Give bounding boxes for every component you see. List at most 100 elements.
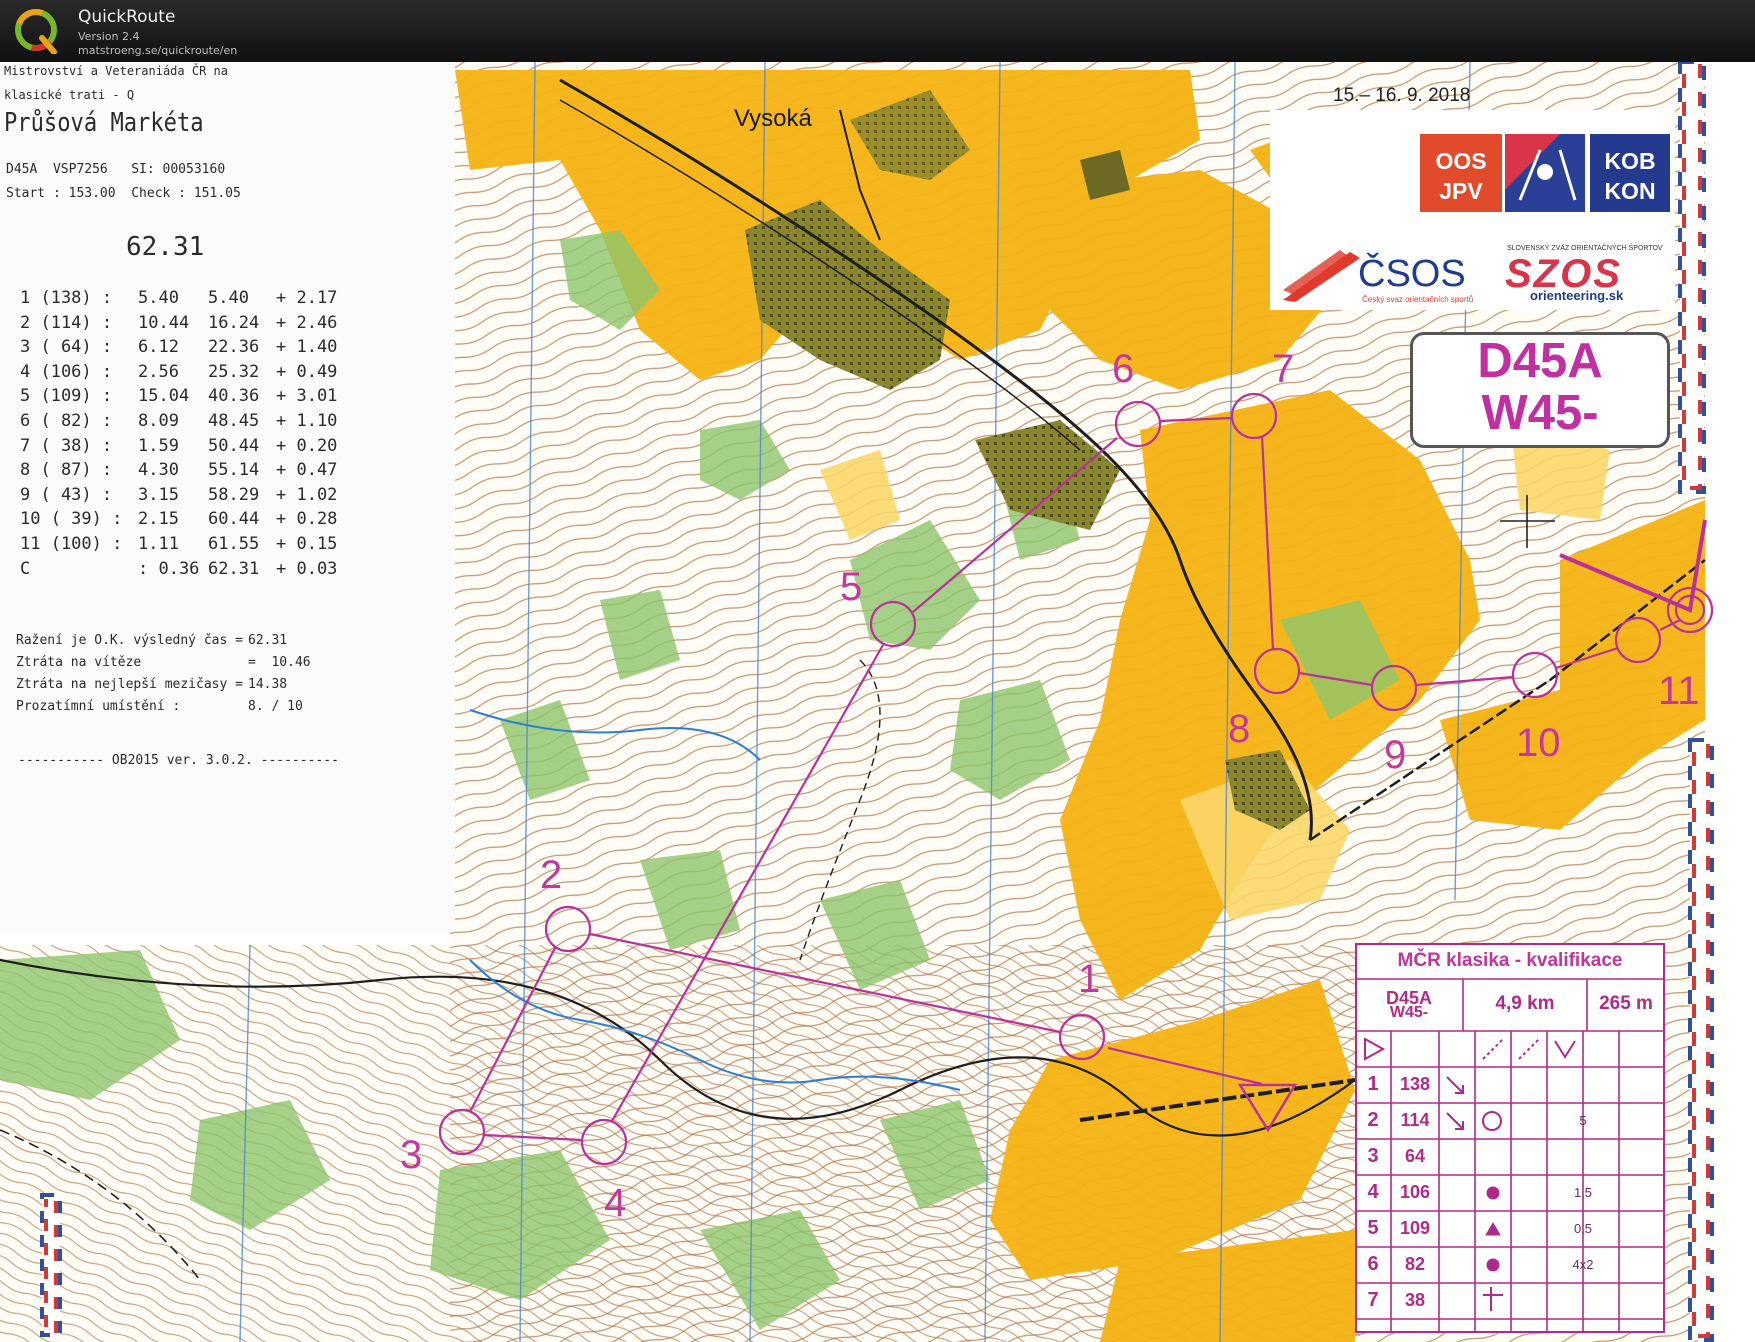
description-control-number: 3 bbox=[1367, 1145, 1379, 1167]
split-leg: 1 (138) : bbox=[20, 288, 113, 308]
split-leg: 5 (109) : bbox=[20, 386, 113, 407]
control-number-6: 6 bbox=[1112, 347, 1134, 391]
description-control-code: 109 bbox=[1399, 1218, 1431, 1238]
split-cumulative: 50.44 bbox=[208, 435, 260, 456]
description-control-code: 38 bbox=[1404, 1290, 1426, 1310]
course-class-badge: D45A W45- bbox=[1410, 332, 1670, 448]
summary-value: 14.38 bbox=[248, 677, 288, 692]
summary-label: Prozatímní umístění : bbox=[16, 699, 181, 714]
split-loss: + 0.20 bbox=[276, 435, 338, 456]
event-date: 15.– 16. 9. 2018 bbox=[1333, 85, 1471, 106]
description-control-number: 7 bbox=[1367, 1289, 1379, 1311]
svg-text:ČSOS: ČSOS bbox=[1358, 251, 1466, 295]
split-cumulative: 48.45 bbox=[208, 410, 260, 431]
description-dimension: 1,5 bbox=[1573, 1184, 1593, 1200]
summary-label: Ztráta na vítěze bbox=[16, 655, 142, 670]
control-number-5: 5 bbox=[840, 565, 862, 609]
airmail-border-left bbox=[40, 1193, 62, 1337]
split-cumulative: 16.24 bbox=[208, 312, 260, 333]
summary-value: = 10.46 bbox=[248, 655, 311, 670]
split-cumulative: 55.14 bbox=[208, 460, 260, 481]
runner-info: D45A VSP7256 SI: 00053160 bbox=[6, 162, 226, 177]
dot-icon bbox=[1486, 1258, 1500, 1272]
summary-value: 62.31 bbox=[248, 633, 288, 648]
description-dimension: 4x2 bbox=[1572, 1256, 1594, 1272]
split-loss: + 0.47 bbox=[276, 460, 338, 481]
split-time: 6.12 bbox=[138, 337, 179, 358]
description-control-code: 64 bbox=[1404, 1146, 1426, 1166]
split-cumulative: 22.36 bbox=[208, 337, 260, 358]
split-times-printout: Mistrovství a Veteraniáda ČR na klasické… bbox=[0, 62, 455, 932]
split-loss: + 2.17 bbox=[276, 288, 338, 308]
control-number-1: 1 bbox=[1078, 957, 1100, 1001]
control-number-4: 4 bbox=[604, 1181, 626, 1225]
svg-text:OOS: OOS bbox=[1435, 148, 1486, 174]
description-length: 4,9 km bbox=[1495, 993, 1555, 1014]
svg-text:KOB: KOB bbox=[1604, 148, 1655, 174]
split-leg: C bbox=[20, 558, 31, 579]
start-check-times: Start : 153.00 Check : 151.05 bbox=[6, 186, 241, 201]
split-loss: + 1.02 bbox=[276, 484, 338, 505]
split-leg: 8 ( 87) : bbox=[20, 460, 113, 481]
control-number-7: 7 bbox=[1272, 347, 1294, 391]
svg-text:SLOVENSKÝ ZVÄZ ORIENTAČNÝCH ŠP: SLOVENSKÝ ZVÄZ ORIENTAČNÝCH ŠPORTOV bbox=[1507, 243, 1663, 252]
oos-jpv-logo: OOS JPV bbox=[1420, 134, 1502, 212]
split-leg: 2 (114) : bbox=[20, 312, 113, 333]
total-time: 62.31 bbox=[126, 232, 205, 262]
control-number-11: 11 bbox=[1658, 669, 1700, 713]
description-control-number: 4 bbox=[1367, 1181, 1379, 1203]
description-control-code: 114 bbox=[1400, 1110, 1430, 1130]
app-name: QuickRoute bbox=[78, 7, 176, 27]
control-number-9: 9 bbox=[1384, 733, 1406, 777]
description-control-number: 1 bbox=[1367, 1073, 1379, 1095]
split-loss: + 0.15 bbox=[276, 533, 338, 554]
description-control-number: 6 bbox=[1367, 1253, 1379, 1275]
split-time: 1.59 bbox=[138, 435, 179, 456]
event-title-line-1: Mistrovství a Veteraniáda ČR na bbox=[4, 64, 228, 78]
split-time: 5.40 bbox=[138, 288, 179, 308]
split-leg: 7 ( 38) : bbox=[20, 435, 113, 456]
split-time: 1.11 bbox=[138, 533, 179, 554]
split-loss: + 2.46 bbox=[276, 312, 338, 333]
split-cumulative: 60.44 bbox=[208, 509, 260, 530]
printout-footer: ----------- OB2015 ver. 3.0.2. ---------… bbox=[18, 753, 339, 768]
split-cumulative: 58.29 bbox=[208, 484, 260, 505]
svg-text:JPV: JPV bbox=[1439, 178, 1483, 204]
event-title-line-2: klasické trati - Q bbox=[4, 88, 135, 102]
control-number-3: 3 bbox=[400, 1133, 422, 1177]
split-loss: + 0.49 bbox=[276, 361, 338, 382]
split-loss: + 1.10 bbox=[276, 410, 338, 431]
split-time: 8.09 bbox=[138, 410, 179, 431]
split-time: 2.15 bbox=[138, 509, 179, 530]
control-number-10: 10 bbox=[1516, 721, 1561, 765]
kob-kon-logo: KOB KON bbox=[1590, 134, 1670, 212]
description-control-number: 2 bbox=[1367, 1109, 1379, 1131]
split-loss: + 3.01 bbox=[276, 386, 338, 407]
split-time: 2.56 bbox=[138, 361, 179, 382]
split-cumulative: 61.55 bbox=[208, 533, 260, 554]
description-control-code: 138 bbox=[1399, 1074, 1431, 1094]
split-loss: + 0.28 bbox=[276, 509, 338, 530]
course-class-line-1: D45A bbox=[1477, 334, 1603, 388]
runner-name: Průšová Markéta bbox=[4, 108, 204, 138]
svg-text:Český svaz orientačních sportů: Český svaz orientačních sportů bbox=[1362, 295, 1473, 304]
split-time: 15.04 bbox=[138, 386, 190, 407]
dot-icon bbox=[1486, 1186, 1500, 1200]
summary-label: Ražení je O.K. výsledný čas = bbox=[16, 633, 243, 648]
quickroute-logo-icon bbox=[15, 9, 57, 54]
split-time: 10.44 bbox=[138, 312, 190, 333]
control-description-sheet: MČR klasika - kvalifikace D45A W45- 4,9 … bbox=[1355, 943, 1665, 1333]
svg-text:orienteering.sk: orienteering.sk bbox=[1530, 288, 1624, 303]
split-time: 4.30 bbox=[138, 460, 179, 481]
split-cumulative: 40.36 bbox=[208, 386, 260, 407]
control-number-2: 2 bbox=[540, 853, 562, 897]
description-title: MČR klasika - kvalifikace bbox=[1397, 950, 1623, 971]
description-dimension: 0,5 bbox=[1573, 1220, 1593, 1236]
split-leg: 6 ( 82) : bbox=[20, 410, 113, 431]
split-leg: 4 (106) : bbox=[20, 361, 113, 382]
control-number-8: 8 bbox=[1228, 707, 1250, 751]
split-loss: + 0.03 bbox=[276, 558, 338, 579]
description-control-code: 82 bbox=[1404, 1254, 1426, 1274]
course-class-line-2: W45- bbox=[1481, 386, 1599, 440]
split-leg: 11 (100) : bbox=[20, 533, 123, 554]
